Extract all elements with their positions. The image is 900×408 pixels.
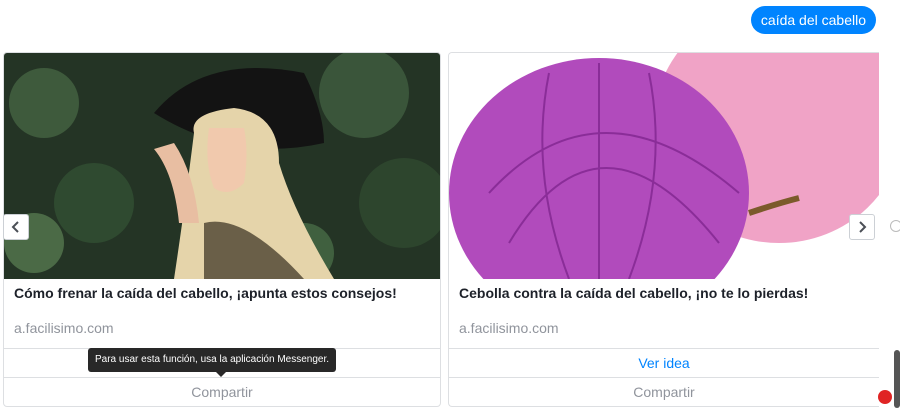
card-title[interactable]: Cebolla contra la caída del cabello, ¡no… xyxy=(459,285,808,301)
result-card[interactable]: Cebolla contra la caída del cabello, ¡no… xyxy=(448,52,879,407)
chevron-right-icon xyxy=(859,221,867,233)
woman-hat-image xyxy=(4,53,440,279)
share-button[interactable]: Compartir xyxy=(4,377,440,406)
emoji-icon[interactable] xyxy=(890,220,900,232)
card-source: a.facilisimo.com xyxy=(459,320,559,336)
card-image[interactable] xyxy=(449,53,879,279)
chevron-left-icon xyxy=(11,221,19,233)
tooltip: Para usar esta función, usa la aplicació… xyxy=(88,348,337,377)
card-image[interactable] xyxy=(4,53,440,279)
card-title[interactable]: Cómo frenar la caída del cabello, ¡apunt… xyxy=(14,285,397,301)
share-button[interactable]: Compartir xyxy=(449,377,879,406)
carousel-next-button[interactable] xyxy=(849,214,875,240)
onion-image xyxy=(449,53,879,279)
scrollbar[interactable] xyxy=(894,350,900,408)
user-message-bubble: caída del cabello xyxy=(750,6,876,34)
view-idea-button[interactable]: Ver idea xyxy=(449,348,879,377)
notification-badge xyxy=(878,390,892,404)
carousel-prev-button[interactable] xyxy=(3,214,29,240)
card-source: a.facilisimo.com xyxy=(14,320,114,336)
